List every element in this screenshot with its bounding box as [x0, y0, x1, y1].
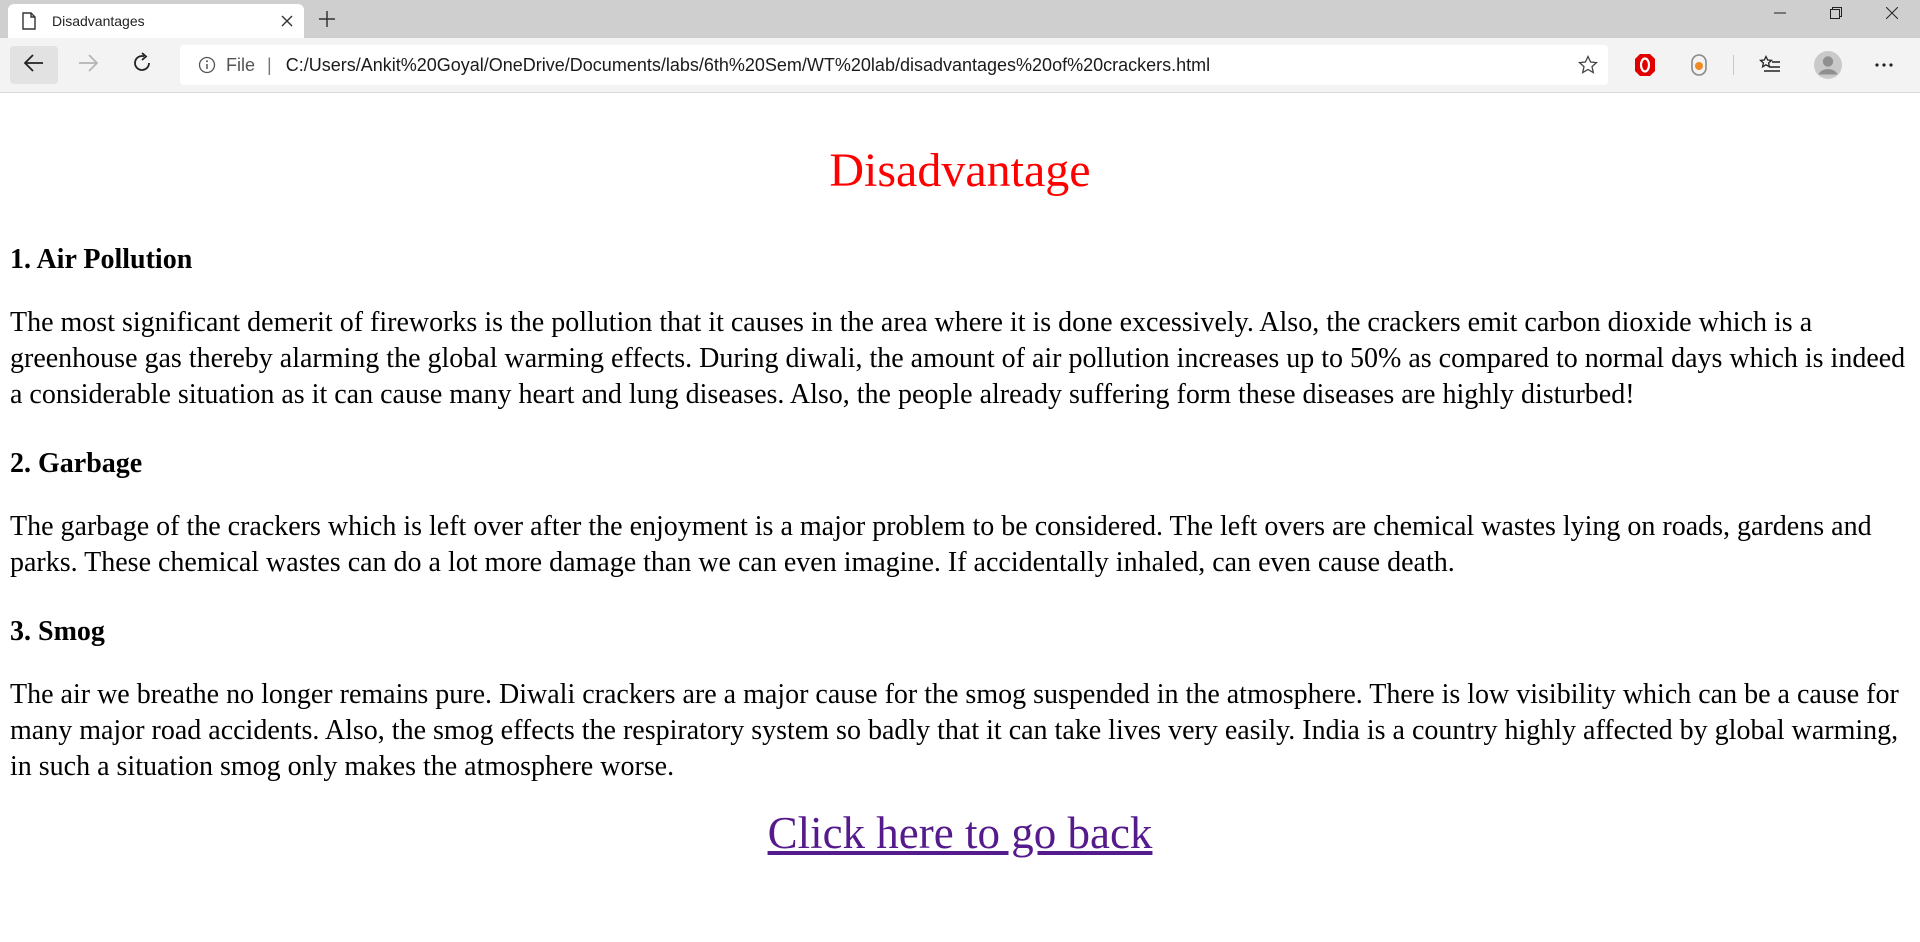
close-window-icon [1885, 6, 1899, 24]
page-icon [22, 12, 38, 30]
page-content: Disadvantage 1. Air Pollution The most s… [0, 143, 1920, 859]
restore-icon [1830, 6, 1842, 24]
forward-arrow-icon [78, 53, 99, 77]
back-arrow-icon [23, 53, 44, 77]
browser-tab[interactable]: Disadvantages [8, 4, 304, 38]
toolbar-divider [1733, 55, 1734, 75]
refresh-button[interactable] [118, 46, 166, 84]
refresh-icon [131, 51, 153, 79]
address-bar[interactable]: File | C:/Users/Ankit%20Goyal/OneDrive/D… [180, 45, 1608, 85]
tab-strip: Disadvantages [0, 0, 1920, 38]
tab-title: Disadvantages [52, 13, 145, 29]
browser-toolbar: File | C:/Users/Ankit%20Goyal/OneDrive/D… [0, 38, 1920, 93]
star-icon[interactable] [1568, 45, 1608, 85]
avatar-icon[interactable] [1808, 46, 1848, 84]
forward-button[interactable] [64, 46, 112, 84]
favorites-list-icon[interactable] [1750, 46, 1790, 84]
minimize-button[interactable] [1752, 0, 1808, 30]
back-button[interactable] [10, 46, 58, 84]
section-heading-smog: 3. Smog [10, 616, 105, 647]
address-scheme-label: File [226, 54, 256, 75]
back-link-container: Click here to go back [10, 807, 1910, 859]
window-controls [1752, 0, 1920, 30]
back-link[interactable]: Click here to go back [768, 808, 1153, 858]
plus-icon [318, 10, 336, 33]
section-heading-garbage: 2. Garbage [10, 448, 143, 479]
opera-o-icon[interactable] [1625, 46, 1665, 84]
extension-icon[interactable] [1679, 46, 1719, 84]
more-icon[interactable] [1864, 46, 1904, 84]
restore-button[interactable] [1808, 0, 1864, 30]
address-url[interactable]: C:/Users/Ankit%20Goyal/OneDrive/Document… [286, 55, 1568, 76]
minimize-icon [1774, 6, 1786, 24]
section-body-air-pollution: The most significant demerit of firework… [10, 307, 1906, 410]
address-separator: | [267, 54, 272, 75]
page-title: Disadvantage [829, 144, 1091, 197]
new-tab-button[interactable] [310, 4, 344, 38]
section-heading-air-pollution: 1. Air Pollution [10, 244, 193, 275]
close-window-button[interactable] [1864, 0, 1920, 30]
close-icon[interactable] [270, 4, 304, 38]
section-body-smog: The air we breathe no longer remains pur… [10, 679, 1899, 782]
section-body-garbage: The garbage of the crackers which is lef… [10, 511, 1872, 578]
info-icon[interactable] [198, 56, 216, 74]
